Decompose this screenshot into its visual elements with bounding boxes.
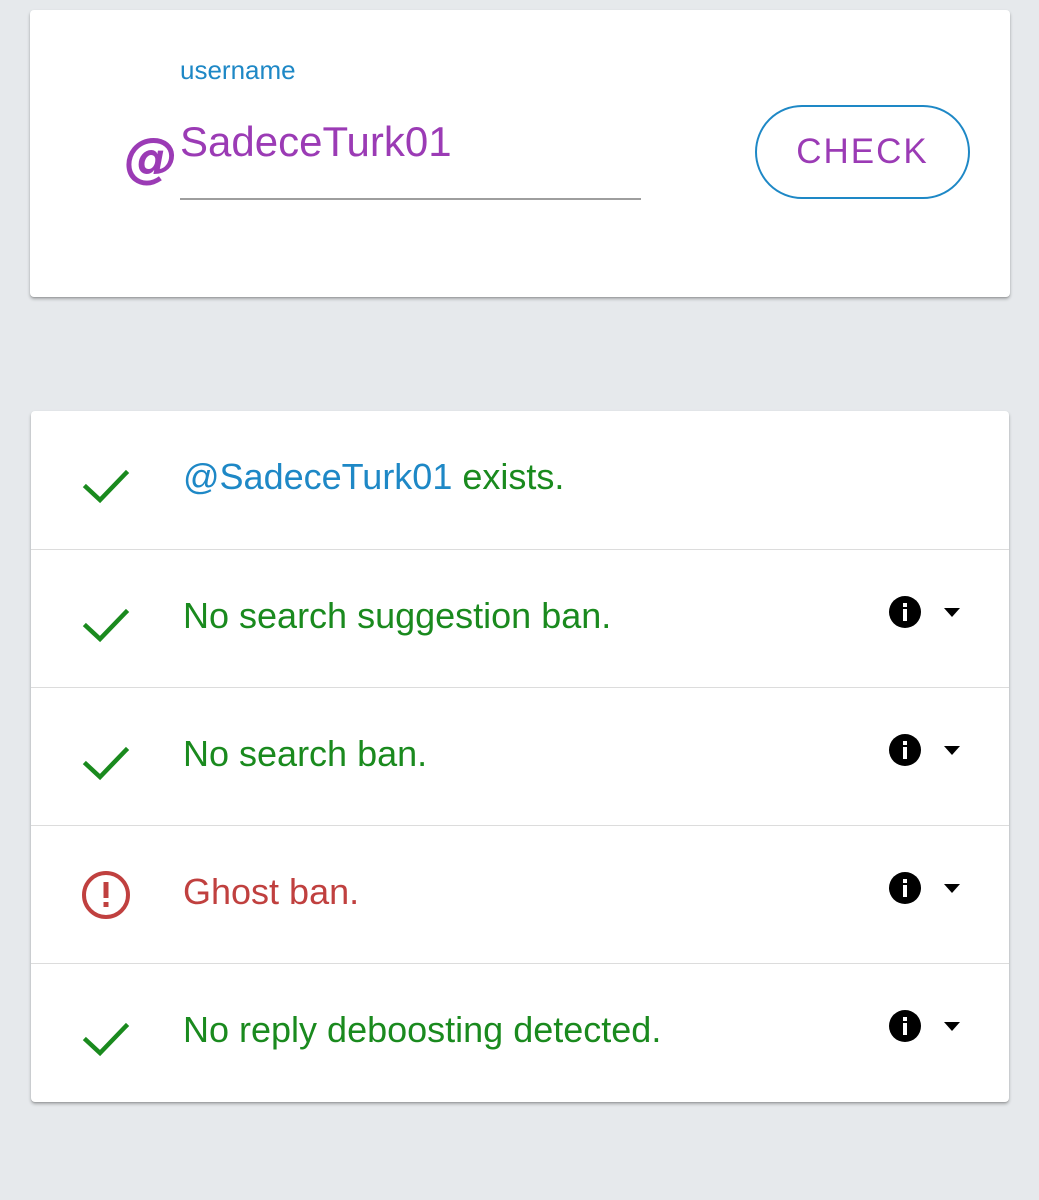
check-icon (82, 746, 130, 781)
result-row-search-ban: No search ban. (31, 687, 1009, 825)
info-icon[interactable] (888, 871, 922, 905)
username-input-underline (180, 198, 641, 200)
username-handle: @SadeceTurk01 (183, 456, 453, 497)
results-card: @SadeceTurk01 exists. No search suggesti… (31, 411, 1009, 1102)
info-icon[interactable] (888, 733, 922, 767)
username-field-label: username (180, 55, 296, 85)
caret-down-icon[interactable] (944, 608, 960, 618)
result-row-exists: @SadeceTurk01 exists. (31, 411, 1009, 549)
at-sign-icon: @ (124, 126, 178, 189)
check-icon (82, 608, 130, 643)
exists-suffix: exists. (452, 456, 565, 497)
caret-down-icon[interactable] (944, 1022, 960, 1032)
check-button[interactable]: CHECK (755, 105, 970, 199)
info-icon[interactable] (888, 595, 922, 629)
result-row-ghost-ban: Ghost ban. (31, 825, 1009, 963)
result-text-exists: @SadeceTurk01 exists. (183, 455, 564, 499)
caret-down-icon[interactable] (944, 884, 960, 894)
alert-circle-icon (82, 871, 130, 919)
username-input[interactable]: SadeceTurk01 (180, 114, 640, 170)
username-search-card: @ username SadeceTurk01 CHECK (30, 10, 1010, 297)
result-text-search-ban: No search ban. (183, 733, 428, 774)
result-text-ghost-ban: Ghost ban. (183, 871, 360, 912)
info-icon[interactable] (888, 1009, 922, 1043)
result-row-search-suggestion-ban: No search suggestion ban. (31, 549, 1009, 687)
result-row-reply-deboosting: No reply deboosting detected. (31, 963, 1009, 1101)
result-text-reply-deboosting: No reply deboosting detected. (183, 1009, 662, 1050)
result-text-search-suggestion-ban: No search suggestion ban. (183, 595, 612, 636)
check-icon (82, 1022, 130, 1057)
check-icon (82, 469, 130, 504)
caret-down-icon[interactable] (944, 746, 960, 756)
